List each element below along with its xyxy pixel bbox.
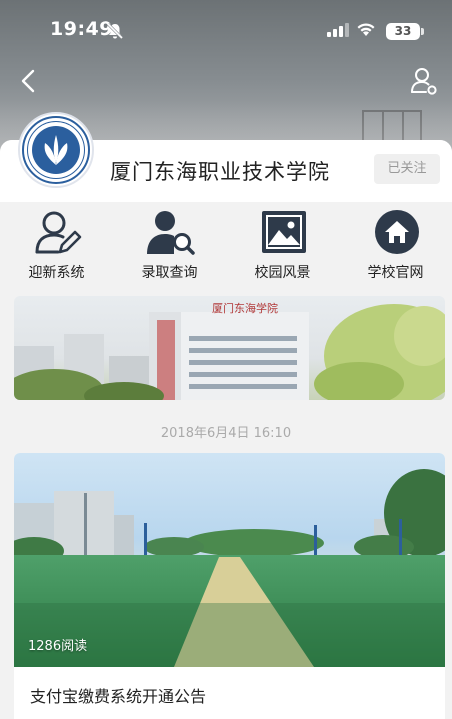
menu-item-enrollment[interactable]: 迎新系统 [0,202,113,292]
image-icon [262,211,306,253]
campus-banner-image[interactable]: 厦门东海学院 [14,296,445,400]
menu-item-admission-query[interactable]: 录取查询 [113,202,226,292]
menu-item-label: 录取查询 [141,265,198,281]
account-card: 厦门东海职业技术学院 已关注 迎新系统 录取查询 校园风景 学校官网 厦门东海学… [0,112,452,719]
function-menu: 迎新系统 录取查询 校园风景 学校官网 [0,202,452,292]
account-name: 厦门东海职业技术学院 [110,160,330,184]
school-emblem-icon [22,116,90,184]
account-header: 厦门东海职业技术学院 已关注 [0,112,452,202]
menu-item-label: 校园风景 [254,265,311,281]
menu-item-label: 学校官网 [367,265,424,281]
chevron-left-icon[interactable] [18,68,40,94]
user-edit-icon [35,211,82,254]
status-bar: 19:49 33 [0,16,452,46]
status-time: 19:49 [50,18,113,40]
battery-tip [421,28,424,35]
battery-indicator: 33 [386,23,420,40]
article-title[interactable]: 支付宝缴费系统开通公告 [30,683,206,707]
bell-muted-icon [106,22,124,40]
cellular-signal-icon [327,23,349,37]
user-search-icon [147,211,195,255]
menu-item-official-site[interactable]: 学校官网 [339,202,452,292]
wifi-icon [357,23,375,36]
article-read-count: 1286阅读 [28,639,88,654]
campus-building-illustration: 厦门东海学院 [14,301,445,400]
home-icon [375,210,419,254]
user-settings-icon[interactable] [410,66,438,96]
article-cover-image: 1286阅读 [14,453,445,667]
building-sign: 厦门东海学院 [212,301,278,315]
menu-item-label: 迎新系统 [28,265,85,281]
article-card[interactable]: 1286阅读 支付宝缴费系统开通公告 [14,453,445,719]
menu-item-campus-scenery[interactable]: 校园风景 [226,202,339,292]
follow-button[interactable]: 已关注 [374,154,440,184]
school-logo[interactable] [18,112,94,188]
feed-date: 2018年6月4日 16:10 [160,426,292,441]
